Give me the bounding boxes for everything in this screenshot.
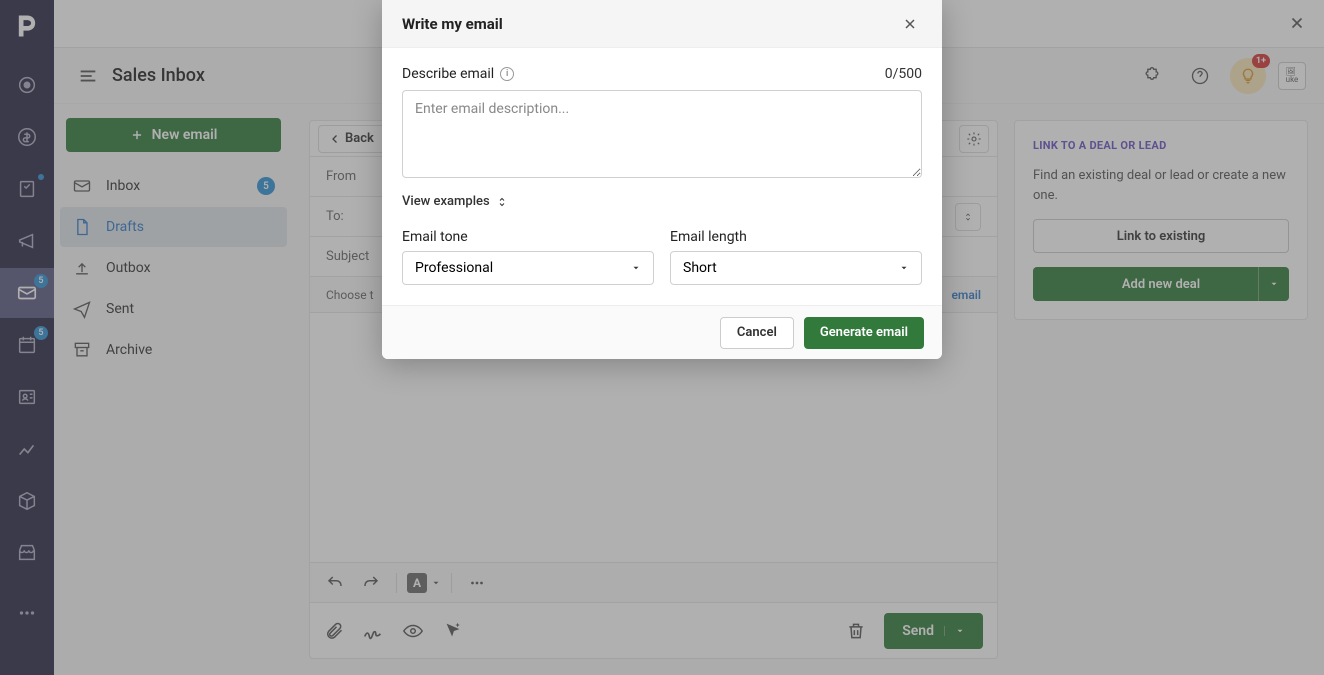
tone-select[interactable]: Professional: [402, 251, 654, 285]
cancel-button[interactable]: Cancel: [720, 317, 794, 349]
length-select[interactable]: Short: [670, 251, 922, 285]
describe-label-row: Describe email i: [402, 66, 514, 82]
modal-title: Write my email: [402, 15, 503, 33]
length-value: Short: [683, 260, 717, 276]
modal-footer: Cancel Generate email: [382, 305, 942, 359]
chevron-down-icon: [899, 263, 909, 273]
tone-label: Email tone: [402, 229, 654, 245]
modal-body: Describe email i 0/500 View examples Ema…: [382, 48, 942, 305]
tone-value: Professional: [415, 260, 493, 276]
info-icon[interactable]: i: [500, 67, 514, 81]
chevron-down-icon: [631, 263, 641, 273]
generate-email-button[interactable]: Generate email: [804, 317, 924, 349]
view-examples-label: View examples: [402, 194, 490, 209]
generate-label: Generate email: [820, 325, 908, 340]
email-description-input[interactable]: [402, 90, 922, 178]
write-email-modal: Write my email Describe email i 0/500 Vi…: [382, 0, 942, 359]
char-counter: 0/500: [885, 66, 922, 82]
close-icon: [902, 16, 918, 32]
length-label: Email length: [670, 229, 922, 245]
describe-label: Describe email: [402, 66, 494, 82]
cancel-label: Cancel: [737, 325, 777, 340]
expand-icon: [496, 196, 508, 208]
modal-close-button[interactable]: [898, 12, 922, 36]
view-examples-toggle[interactable]: View examples: [402, 194, 922, 209]
modal-header: Write my email: [382, 0, 942, 48]
